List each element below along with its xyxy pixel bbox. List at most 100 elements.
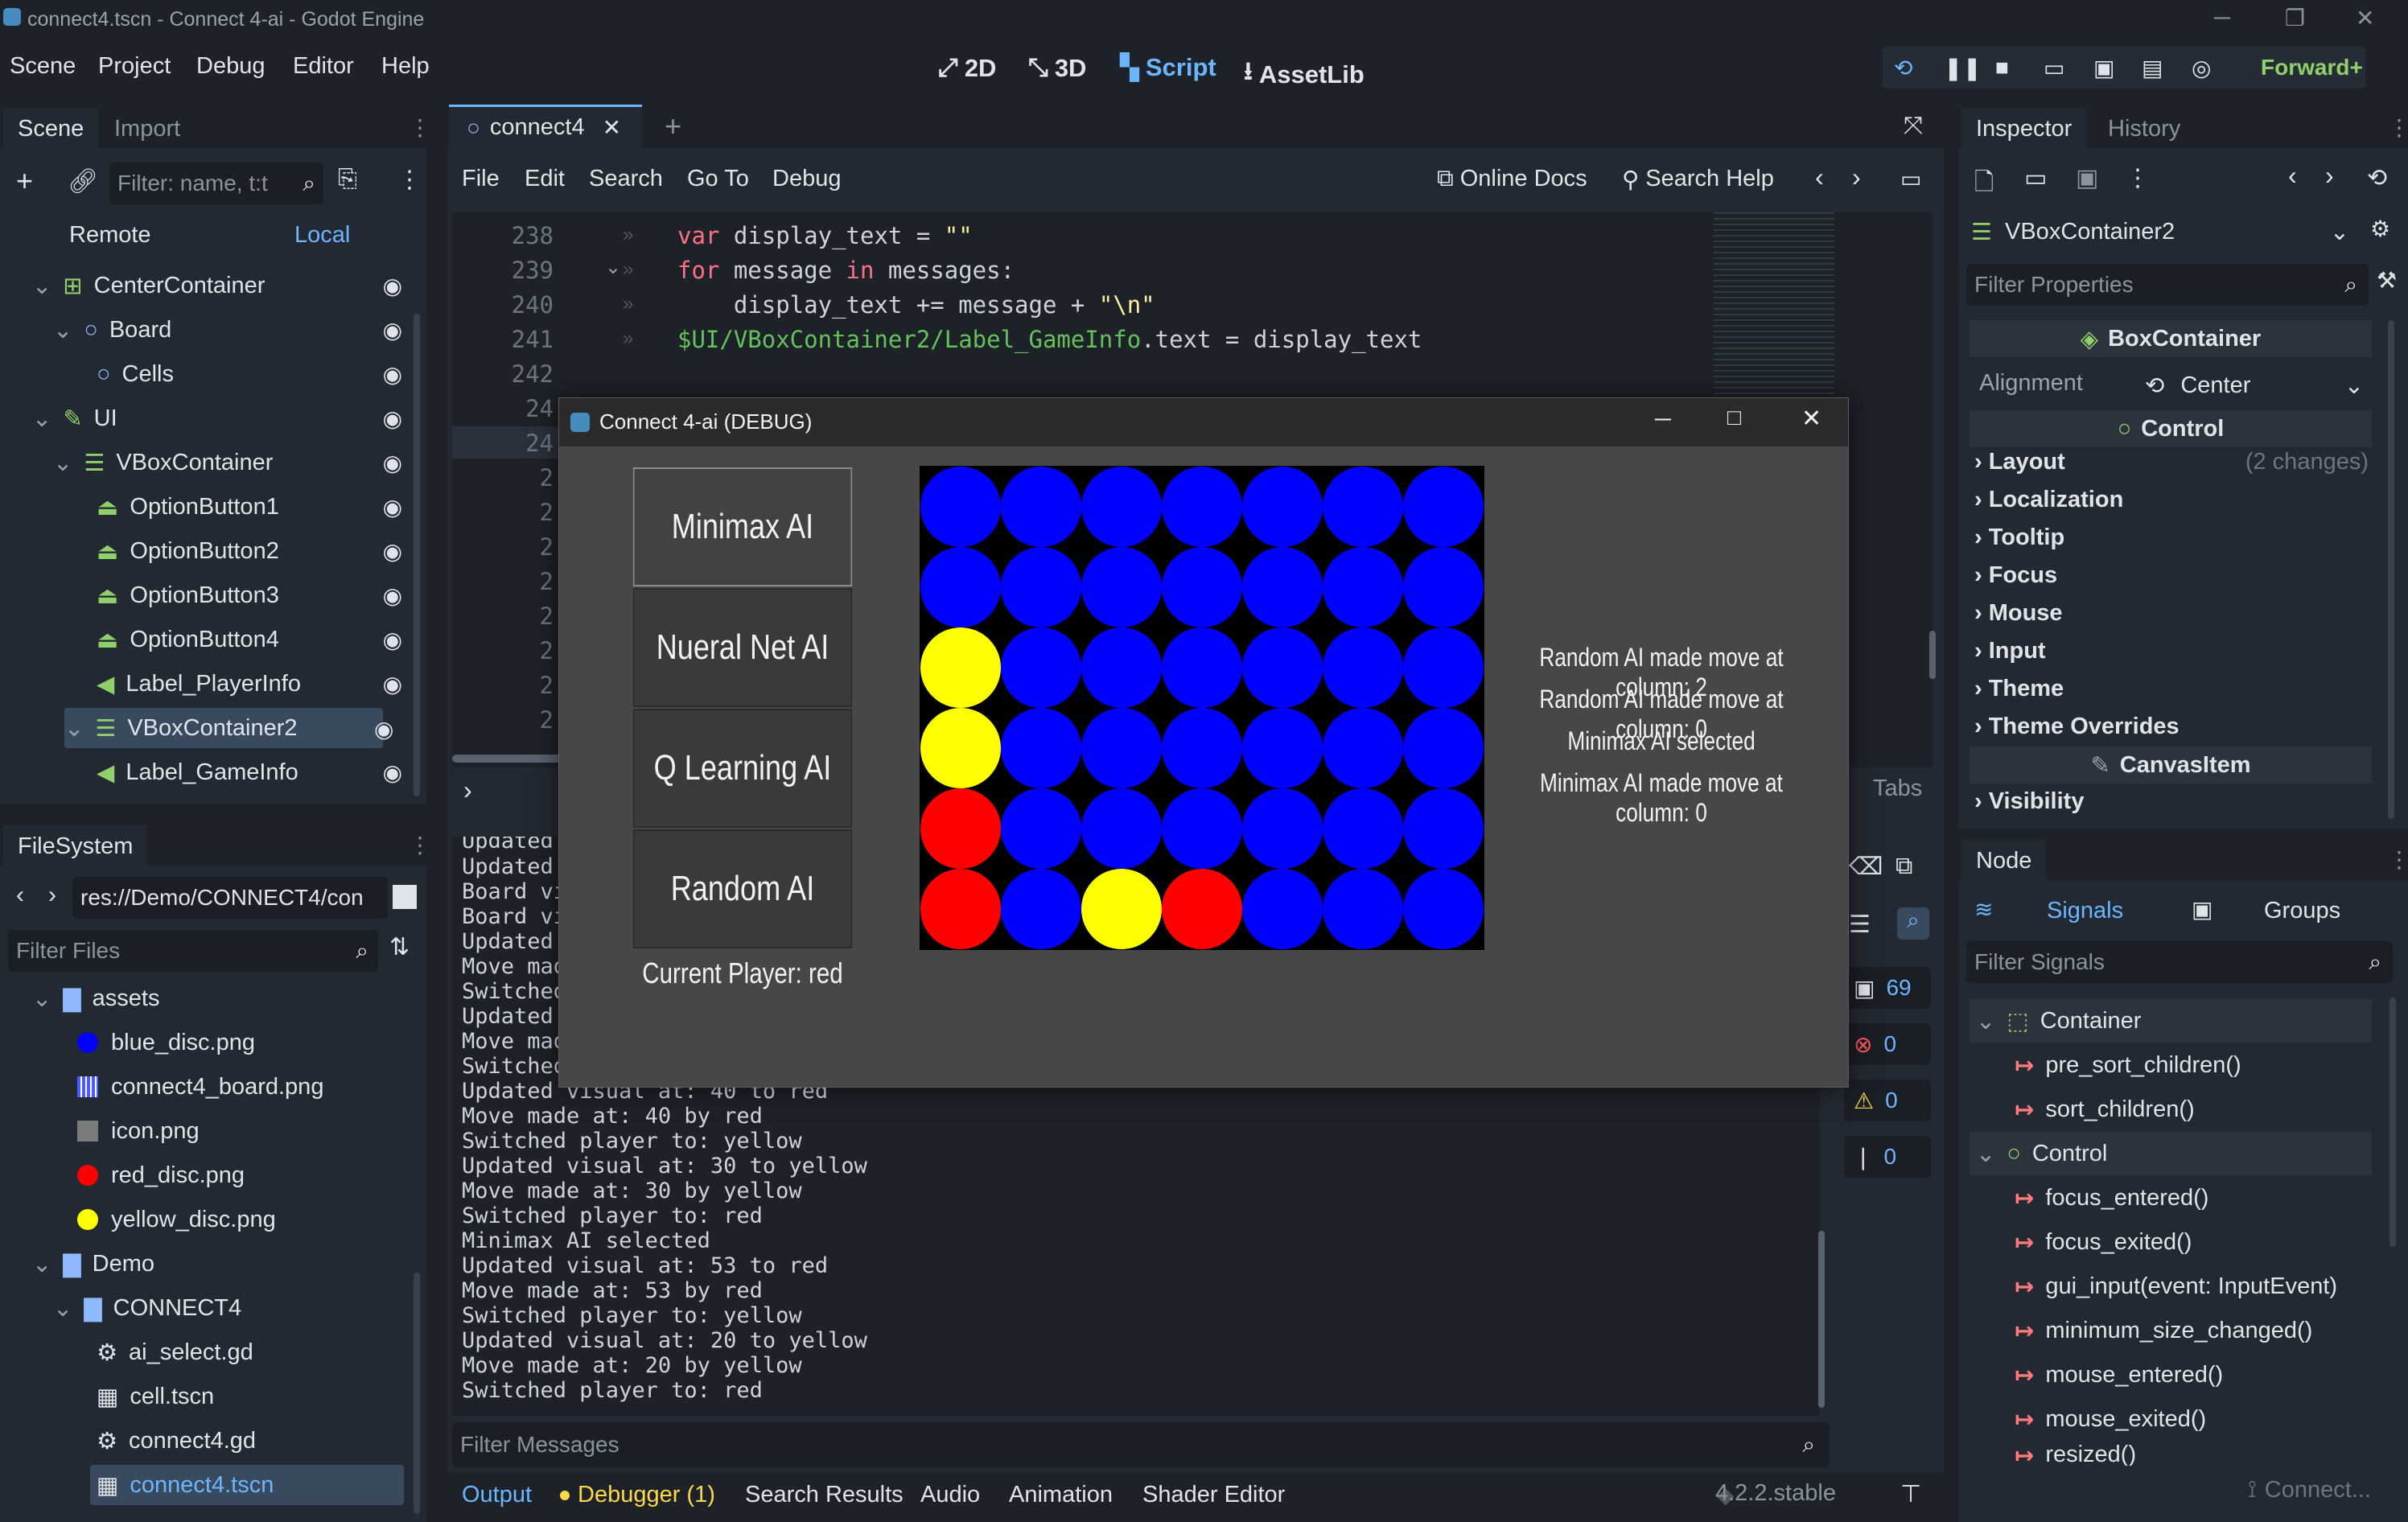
error-count-toggle[interactable]: ⊗ 0 [1844, 1023, 1931, 1065]
visibility-eye-icon[interactable]: ◉ [383, 317, 402, 343]
tree-item-label-playerinfo[interactable]: ◀ Label_PlayerInfo ◉ [16, 664, 402, 704]
tree-item-vboxcontainer2[interactable]: ⌄ ☰ VBoxContainer2 [64, 708, 383, 748]
file-red-disc[interactable]: red_disc.png [16, 1155, 245, 1195]
warning-count-toggle[interactable]: ⚠ 0 [1844, 1080, 1931, 1121]
new-tab-icon[interactable]: + [665, 109, 681, 143]
visibility-eye-icon[interactable]: ◉ [383, 273, 402, 299]
board-cell-blue[interactable] [1242, 627, 1323, 708]
file-connect4-board[interactable]: connect4_board.png [16, 1067, 323, 1107]
workspace-assetlib-button[interactable]: ⭳ AssetLib [1244, 53, 1365, 96]
board-cell-blue[interactable] [1242, 869, 1323, 949]
tab-inspector[interactable]: Inspector [1961, 108, 2087, 150]
forward-icon[interactable]: › [48, 882, 56, 909]
board-cell-blue[interactable] [1001, 788, 1081, 869]
board-cell-blue[interactable] [1323, 708, 1403, 788]
online-docs-button[interactable]: ⧉ Online Docs [1437, 166, 1587, 192]
pause-icon[interactable]: ❚❚ [1944, 55, 1982, 81]
group-tooltip[interactable]: › Tooltip [1974, 524, 2064, 551]
signal-minimum-size-changed[interactable]: ↦ minimum_size_changed() [2015, 1309, 2312, 1352]
workspace-3d-button[interactable]: ⤡ 3D [1028, 53, 1086, 83]
script-menu-goto[interactable]: Go To [687, 166, 749, 192]
search-help-button[interactable]: ⚲ Search Help [1622, 166, 1774, 194]
board-cell-blue[interactable] [1081, 547, 1162, 627]
board-cell-blue[interactable] [1403, 788, 1484, 869]
board-cell-yellow[interactable] [920, 627, 1001, 708]
scene-filter-input[interactable]: Filter: name, t:t ⌕ [109, 162, 323, 204]
alignment-dropdown[interactable]: ⟲ Center ⌄ [2138, 367, 2372, 404]
board-cell-blue[interactable] [1403, 627, 1484, 708]
file-cell-tscn[interactable]: ▦ cell.tscn [16, 1376, 214, 1417]
output-search-icon[interactable]: ⌕ [1897, 907, 1929, 940]
run-scene-icon[interactable]: ▣ [2093, 55, 2114, 81]
tree-item-optionbutton3[interactable]: ⏏ OptionButton3 ◉ [16, 575, 402, 615]
signal-focus-exited[interactable]: ↦ focus_exited() [2015, 1220, 2192, 1264]
menu-editor[interactable]: Editor [293, 53, 354, 80]
visibility-eye-icon[interactable]: ◉ [383, 450, 402, 476]
visibility-eye-icon[interactable]: ◉ [383, 671, 402, 697]
visibility-eye-icon[interactable]: ◉ [374, 716, 402, 742]
script-menu-file[interactable]: File [462, 166, 500, 192]
inspector-scrollbar[interactable] [2388, 320, 2394, 819]
board-cell-blue[interactable] [1403, 869, 1484, 949]
script-menu-edit[interactable]: Edit [525, 166, 565, 192]
board-cell-blue[interactable] [920, 467, 1001, 547]
signal-pre-sort-children[interactable]: ↦ pre_sort_children() [2015, 1043, 2241, 1087]
board-cell-blue[interactable] [1162, 708, 1242, 788]
maximize-icon[interactable]: □ [1727, 405, 1741, 430]
node-selector[interactable]: ☰ VBoxContainer2 ⌄ [1966, 211, 2361, 253]
visibility-eye-icon[interactable]: ◉ [383, 759, 402, 786]
save-icon[interactable]: ▣ [2076, 164, 2098, 192]
tree-item-board[interactable]: ⌄ ○ Board ◉ [16, 310, 402, 350]
tab-audio[interactable]: Audio [920, 1482, 980, 1508]
group-localization[interactable]: › Localization [1974, 487, 2123, 513]
board-cell-blue[interactable] [1242, 467, 1323, 547]
close-icon[interactable]: ✕ [2356, 5, 2374, 31]
tree-item-optionbutton1[interactable]: ⏏ OptionButton1 ◉ [16, 487, 402, 527]
script-menu-debug[interactable]: Debug [772, 166, 841, 192]
connect4-board[interactable] [920, 466, 1484, 950]
visibility-eye-icon[interactable]: ◉ [383, 361, 402, 388]
signal-group-control[interactable]: ⌄ ○ Control [1970, 1132, 2372, 1175]
board-cell-blue[interactable] [1162, 627, 1242, 708]
filter-properties-input[interactable]: Filter Properties ⌕ [1966, 264, 2369, 306]
board-cell-blue[interactable] [1001, 467, 1081, 547]
visibility-eye-icon[interactable]: ◉ [383, 538, 402, 565]
open-folder-icon[interactable]: ▭ [2024, 164, 2047, 192]
folder-connect4[interactable]: ⌄ ▇ CONNECT4 [16, 1288, 241, 1328]
minimize-icon[interactable]: ─ [2214, 5, 2230, 31]
tree-item-optionbutton4[interactable]: ⏏ OptionButton4 ◉ [16, 619, 402, 660]
tree-item-optionbutton2[interactable]: ⏏ OptionButton2 ◉ [16, 531, 402, 571]
remote-tab[interactable]: Remote [69, 222, 151, 249]
file-tree-scrollbar[interactable] [414, 1273, 420, 1514]
board-cell-blue[interactable] [1323, 869, 1403, 949]
tab-scene[interactable]: Scene [3, 108, 99, 150]
stop-icon[interactable]: ■ [1995, 55, 2009, 80]
signal-focus-entered[interactable]: ↦ focus_entered() [2015, 1176, 2208, 1220]
signals-tab[interactable]: Signals [2047, 898, 2123, 924]
close-tab-icon[interactable]: ✕ [603, 114, 621, 141]
scene-tree-scrollbar[interactable] [414, 314, 420, 796]
menu-scene[interactable]: Scene [10, 53, 76, 80]
copy-output-icon[interactable]: ⧉ [1896, 853, 1912, 880]
dock-menu-icon[interactable]: ⋮ [2388, 114, 2408, 141]
inspector-menu-icon[interactable]: ⋮ [2126, 164, 2150, 192]
board-cell-blue[interactable] [1162, 547, 1242, 627]
prev-script-icon[interactable]: ‹ [1815, 162, 1824, 192]
sort-icon[interactable]: ⇅ [389, 933, 410, 961]
group-mouse[interactable]: › Mouse [1974, 600, 2063, 627]
random-ai-button[interactable]: Random AI [632, 829, 853, 948]
path-field[interactable]: res://Demo/CONNECT4/con [72, 877, 388, 919]
board-cell-blue[interactable] [1403, 467, 1484, 547]
visibility-eye-icon[interactable]: ◉ [383, 405, 402, 432]
board-cell-blue[interactable] [1081, 788, 1162, 869]
reload-icon[interactable]: ⟲ [1894, 55, 1912, 81]
link-icon[interactable]: 🔗︎ [68, 167, 98, 195]
signals-scrollbar[interactable] [2389, 998, 2396, 1247]
board-cell-blue[interactable] [1323, 788, 1403, 869]
board-cell-red[interactable] [1162, 869, 1242, 949]
board-cell-blue[interactable] [1001, 547, 1081, 627]
add-node-icon[interactable]: + [16, 164, 33, 198]
code-scrollbar[interactable] [1929, 631, 1936, 679]
group-focus[interactable]: › Focus [1974, 562, 2057, 589]
history-forward-icon[interactable]: › [2325, 161, 2334, 191]
